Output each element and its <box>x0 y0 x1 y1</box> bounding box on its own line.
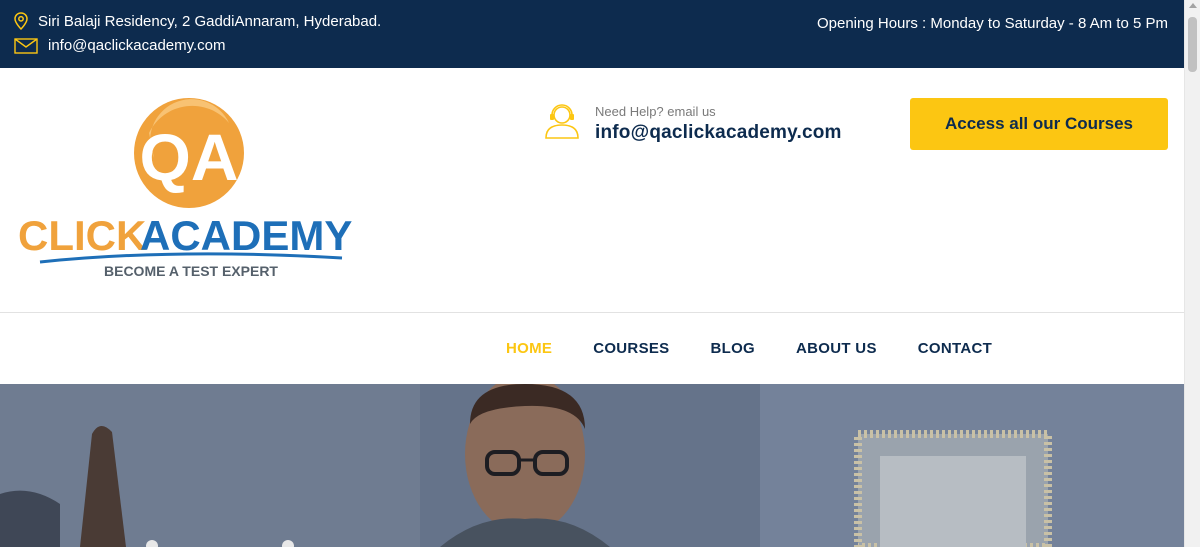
address-row: Siri Balaji Residency, 2 GaddiAnnaram, H… <box>14 12 381 30</box>
logo-click-text: CLICK <box>18 212 146 259</box>
access-courses-button[interactable]: Access all our Courses <box>910 98 1168 150</box>
vertical-scrollbar[interactable] <box>1184 0 1200 547</box>
help-email-link[interactable]: info@qaclickacademy.com <box>595 122 842 144</box>
logo-tagline: BECOME A TEST EXPERT <box>104 263 278 278</box>
address-text: Siri Balaji Residency, 2 GaddiAnnaram, H… <box>38 12 382 30</box>
support-agent-icon <box>545 104 579 139</box>
logo-academy-text: ACADEMY <box>140 212 352 259</box>
envelope-icon <box>14 37 38 54</box>
nav-item-courses[interactable]: COURSES <box>593 340 669 357</box>
logo-badge-text: QA <box>140 120 239 194</box>
email-row[interactable]: info@qaclickacademy.com <box>14 37 226 54</box>
help-contact: Need Help? email us info@qaclickacademy.… <box>543 102 842 144</box>
opening-hours: Opening Hours : Monday to Saturday - 8 A… <box>816 15 1168 32</box>
nav-item-contact[interactable]: CONTACT <box>918 340 992 357</box>
site-header: QA CLICK ACADEMY BECOME A TEST EXPERT Ne… <box>0 68 1185 313</box>
scrollbar-thumb[interactable] <box>1188 17 1197 72</box>
nav-item-about-us[interactable]: ABOUT US <box>796 340 877 357</box>
topbar-email-link[interactable]: info@qaclickacademy.com <box>48 37 226 54</box>
map-pin-icon <box>14 12 28 30</box>
help-label: Need Help? email us <box>595 104 716 119</box>
top-info-bar: Siri Balaji Residency, 2 GaddiAnnaram, H… <box>0 0 1185 68</box>
hero-photo <box>0 384 1185 547</box>
main-nav: HOME COURSES BLOG ABOUT US CONTACT <box>0 313 1185 384</box>
hero-image <box>0 384 1185 547</box>
nav-item-home[interactable]: HOME <box>506 340 552 357</box>
scroll-up-icon[interactable] <box>1189 3 1197 8</box>
nav-item-blog[interactable]: BLOG <box>710 340 755 357</box>
qaclick-logo[interactable]: QA CLICK ACADEMY BECOME A TEST EXPERT <box>14 98 374 278</box>
